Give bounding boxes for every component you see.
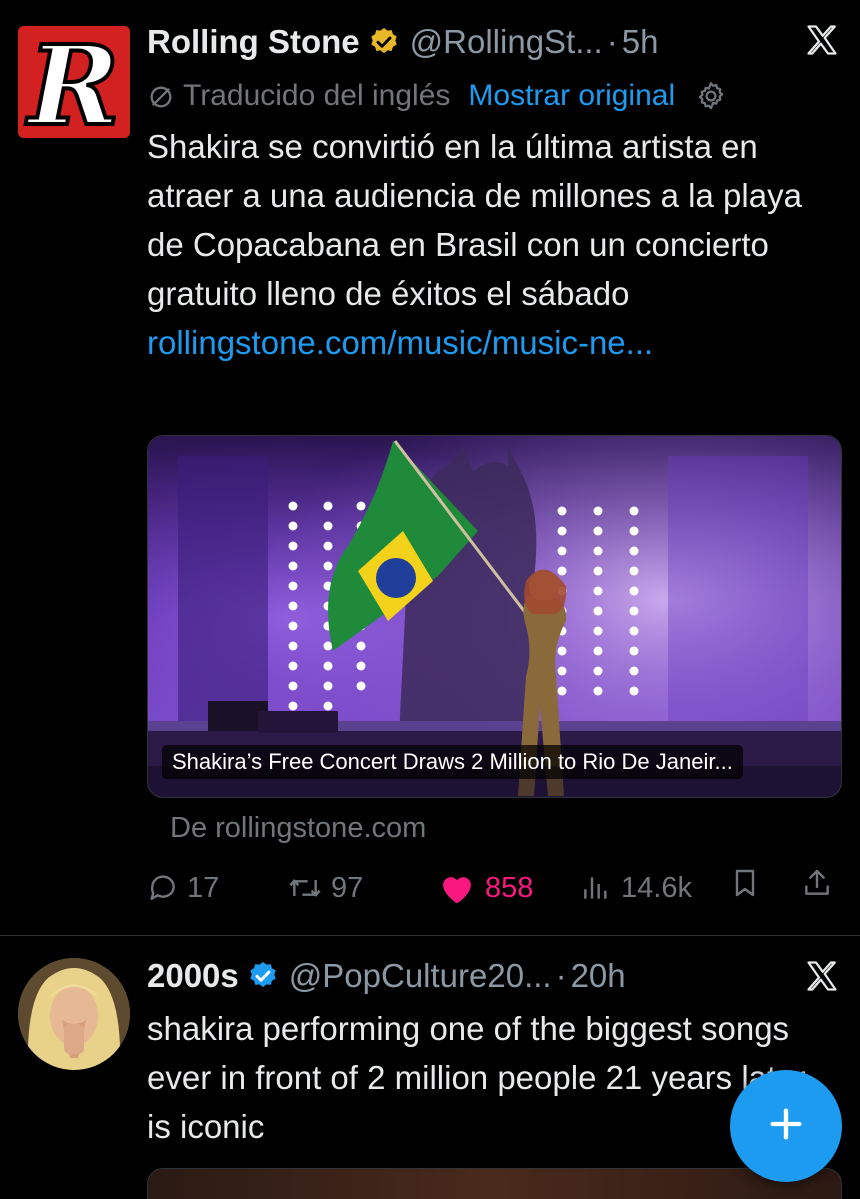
link-card[interactable]: Shakira’s Free Concert Draws 2 Million t… [147,435,842,798]
like-button[interactable]: 858 [437,866,533,910]
slash-translate-icon [147,76,175,116]
author-name[interactable]: Rolling Stone [147,22,360,62]
separator-dot: · [606,23,618,60]
tweet-header: Rolling Stone @RollingSt... · 5h [147,22,658,62]
share-icon [801,866,833,900]
tweet-time[interactable]: 5h [622,22,659,62]
views-count: 14.6k [621,872,692,904]
like-count: 858 [485,872,534,904]
repost-button[interactable]: 97 [287,866,363,910]
avatar[interactable] [18,958,130,1070]
tweet-media-preview[interactable] [147,1168,842,1199]
reply-button[interactable]: 17 [147,866,219,910]
repost-count: 97 [331,872,364,904]
gear-icon[interactable] [695,80,727,112]
card-caption[interactable]: Shakira’s Free Concert Draws 2 Million t… [162,745,743,779]
avatar-photo [18,958,130,1070]
tweet-text: shakira performing one of the biggest so… [147,1010,806,1145]
reply-icon [147,872,179,904]
share-button[interactable] [801,866,833,900]
bookmark-button[interactable] [729,866,761,900]
avatar[interactable]: R [18,26,130,138]
blue-verified-icon[interactable] [247,960,279,992]
heart-icon [437,871,477,905]
tweet-rolling-stone[interactable]: R Rolling Stone @RollingSt... · 5h Tradu… [0,0,860,935]
x-logo-icon[interactable] [804,958,840,994]
show-original-link[interactable]: Mostrar original [468,76,675,116]
gold-verified-icon[interactable] [368,26,400,58]
views-button[interactable]: 14.6k [579,866,692,910]
plus-icon [766,1104,806,1149]
svg-text:R: R [25,26,119,138]
card-source[interactable]: De rollingstone.com [170,808,426,848]
article-link[interactable]: rollingstone.com/music/music-ne... [147,324,653,361]
repost-icon [287,872,323,904]
separator-dot: · [555,957,567,994]
views-icon [579,872,613,904]
tweet-body: Shakira se convirtió en la última artist… [147,128,802,312]
tweet-actions: 17 97 858 14.6k [147,866,847,910]
translation-row: Traducido del inglés Mostrar original [147,76,727,116]
bookmark-icon [729,866,761,900]
tweet-header: 2000s @PopCulture20... · 20h [147,956,626,996]
x-logo-icon[interactable] [804,22,840,58]
reply-count: 17 [187,872,220,904]
compose-button[interactable] [730,1070,842,1182]
tweet-text: Shakira se convirtió en la última artist… [147,122,837,367]
author-handle[interactable]: @PopCulture20... [289,956,552,996]
author-handle[interactable]: @RollingSt... [410,22,603,62]
translation-note: Traducido del inglés [183,79,451,112]
tweet-time[interactable]: 20h [571,956,626,996]
rolling-stone-logo-icon: R [18,26,130,138]
concert-photo [148,436,841,797]
tweet-2000s[interactable]: 2000s @PopCulture20... · 20h shakira per… [0,936,860,1199]
author-name[interactable]: 2000s [147,956,239,996]
